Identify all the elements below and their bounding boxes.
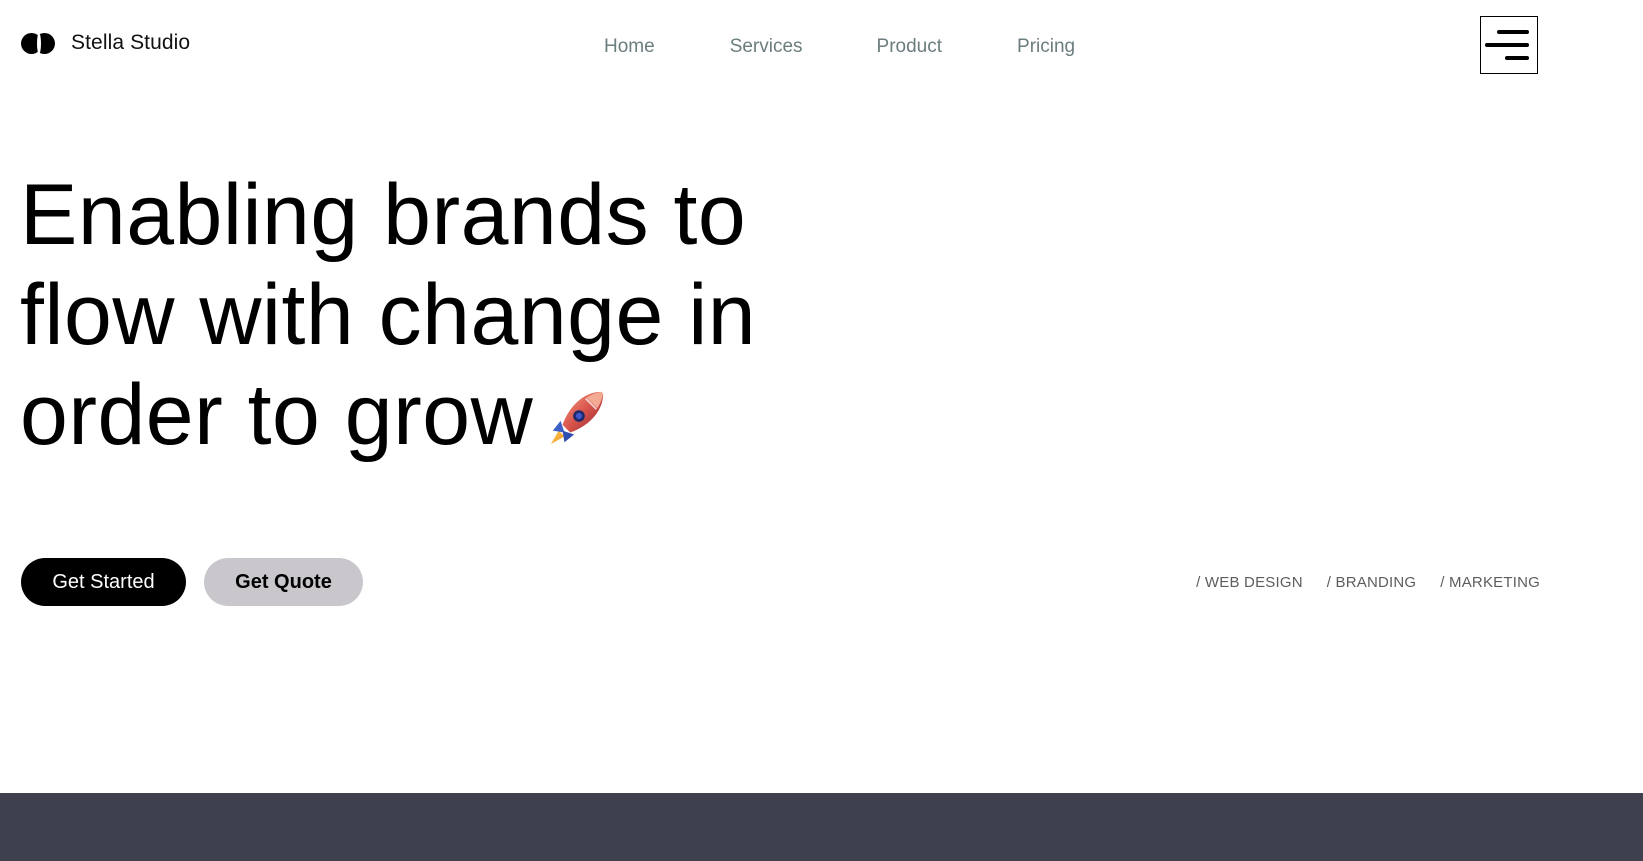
tag-web-design: / WEB DESIGN: [1196, 574, 1303, 591]
menu-line: [1497, 30, 1529, 34]
dark-section-band: [0, 793, 1643, 861]
get-started-button[interactable]: Get Started: [21, 558, 186, 606]
menu-line: [1485, 43, 1529, 47]
hero-line-1: Enabling brands to: [20, 167, 747, 263]
main-nav: Home Services Product Pricing: [604, 36, 1075, 58]
hero-line-2: flow with change in: [20, 267, 757, 363]
page: Stella Studio Home Services Product Pric…: [0, 0, 1643, 861]
brand-name: Stella Studio: [71, 31, 191, 54]
nav-item-services[interactable]: Services: [730, 36, 803, 58]
service-tags: / WEB DESIGN / BRANDING / MARKETING: [1196, 574, 1540, 591]
nav-item-pricing[interactable]: Pricing: [1017, 36, 1075, 58]
cta-group: Get Started Get Quote: [21, 558, 363, 606]
rocket-icon: [551, 392, 604, 445]
logo-icon: [21, 32, 57, 54]
brand-logo-link[interactable]: Stella Studio: [21, 31, 190, 55]
get-quote-button[interactable]: Get Quote: [204, 558, 363, 606]
nav-item-product[interactable]: Product: [877, 36, 942, 58]
hero-heading: Enabling brands to flow with change in o…: [20, 165, 820, 465]
hero-line-3: order to grow: [20, 367, 534, 463]
hamburger-menu-button[interactable]: [1480, 16, 1538, 74]
menu-line: [1505, 56, 1529, 60]
tag-marketing: / MARKETING: [1440, 574, 1540, 591]
tag-branding: / BRANDING: [1326, 574, 1417, 591]
nav-item-home[interactable]: Home: [604, 36, 655, 58]
